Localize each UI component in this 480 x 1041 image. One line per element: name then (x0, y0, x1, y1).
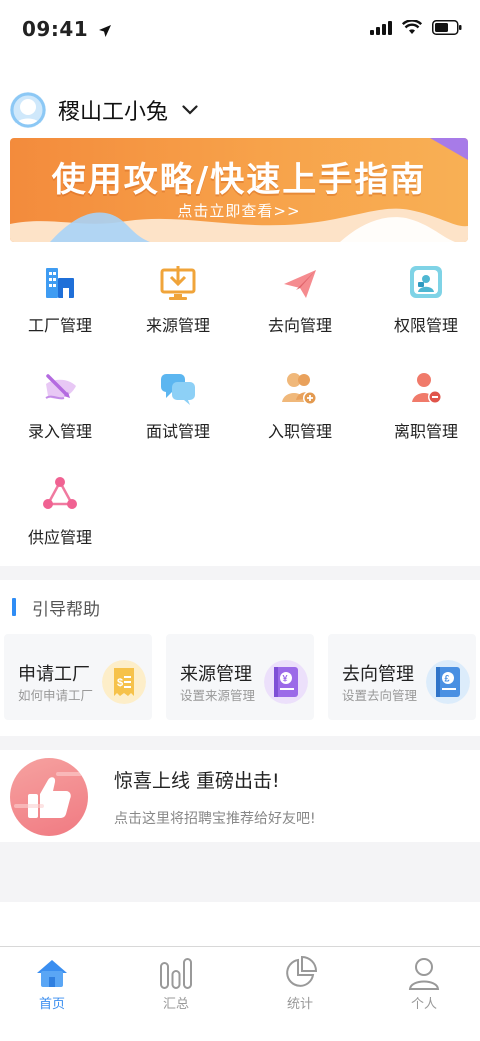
guide-card-apply-factory[interactable]: 申请工厂 如何申请工厂 $ (4, 634, 152, 720)
signal-icon (370, 20, 392, 35)
section-accent-bar (12, 598, 16, 616)
menu-label: 面试管理 (145, 422, 210, 441)
guide-card-source[interactable]: 来源管理 设置来源管理 ¥ (166, 634, 314, 720)
menu-label: 去向管理 (267, 316, 332, 335)
tab-home[interactable]: 首页 (0, 947, 112, 1041)
battery-icon (432, 20, 462, 35)
section-divider (0, 736, 480, 750)
menu-label: 权限管理 (393, 316, 458, 335)
tab-statistics[interactable]: 统计 (240, 947, 360, 1041)
menu-label: 录入管理 (27, 422, 92, 441)
tab-label: 个人 (410, 997, 437, 1012)
download-screen-icon (160, 266, 196, 300)
svg-text:¥: ¥ (283, 674, 288, 684)
add-user-icon (282, 373, 317, 405)
card-subtitle: 设置来源管理 (180, 688, 256, 703)
promo-title: 惊喜上线 重磅出击! (114, 770, 280, 792)
banner-subtitle: 点击立即查看>> (177, 202, 301, 220)
menu-item-destination[interactable]: 去向管理 (240, 258, 360, 348)
bars-icon (160, 958, 192, 989)
wifi-icon (402, 20, 422, 34)
menu-label: 入职管理 (267, 422, 332, 441)
menu-item-supply[interactable]: 供应管理 (0, 470, 120, 560)
menu-item-interview[interactable]: 面试管理 (118, 364, 238, 454)
remove-user-icon (412, 373, 442, 404)
company-switcher[interactable]: 稷山工小兔 (10, 90, 198, 130)
tab-label: 汇总 (162, 997, 189, 1012)
pie-chart-icon (286, 955, 318, 987)
guide-card-destination[interactable]: 去向管理 设置去向管理 £ (328, 634, 476, 720)
promo-subtitle: 点击这里将招聘宝推荐给好友吧! (114, 811, 316, 827)
home-icon (37, 960, 67, 987)
status-icons (370, 20, 462, 35)
menu-item-factory[interactable]: 工厂管理 (0, 258, 120, 348)
tab-summary[interactable]: 汇总 (116, 947, 236, 1041)
content-background (0, 842, 480, 902)
guide-banner[interactable]: 使用攻略/快速上手指南 点击立即查看>> (10, 138, 468, 242)
card-title: 去向管理 (342, 664, 414, 685)
pen-entry-icon (45, 374, 76, 400)
card-subtitle: 设置去向管理 (342, 688, 418, 703)
menu-label: 来源管理 (145, 316, 210, 335)
receipt-icon: $ (102, 660, 146, 704)
menu-item-source[interactable]: 来源管理 (118, 258, 238, 348)
tab-profile[interactable]: 个人 (364, 947, 480, 1041)
factory-icon (46, 268, 74, 298)
tab-label: 统计 (286, 997, 313, 1012)
card-subtitle: 如何申请工厂 (18, 688, 94, 703)
person-icon (408, 958, 440, 990)
menu-label: 工厂管理 (27, 316, 92, 335)
company-name: 稷山工小兔 (58, 100, 169, 125)
card-title: 来源管理 (180, 664, 252, 685)
guide-section-header: 引导帮助 (0, 590, 480, 624)
svg-text:£: £ (445, 674, 450, 684)
banner-title: 使用攻略/快速上手指南 (51, 160, 427, 200)
menu-item-onboarding[interactable]: 入职管理 (240, 364, 360, 454)
menu-item-entry[interactable]: 录入管理 (0, 364, 120, 454)
status-time-text: 09:41 (22, 17, 89, 41)
avatar (10, 92, 46, 128)
svg-text:$: $ (117, 677, 123, 689)
guide-section-title: 引导帮助 (32, 600, 100, 620)
chat-bubbles-icon (161, 374, 195, 405)
status-bar: 09:41 (0, 0, 480, 60)
thumbs-up-icon (10, 758, 88, 836)
permission-icon (410, 266, 442, 298)
tab-label: 首页 (38, 997, 65, 1012)
menu-label: 离职管理 (393, 422, 458, 441)
menu-item-resignation[interactable]: 离职管理 (366, 364, 480, 454)
paper-plane-icon (284, 270, 316, 298)
card-title: 申请工厂 (18, 664, 90, 685)
section-divider (0, 566, 480, 580)
bottom-tab-bar: 首页 汇总 统计 个人 (0, 946, 480, 1041)
yen-book-icon: ¥ (264, 660, 308, 704)
status-time: 09:41 (22, 17, 112, 41)
menu-label: 供应管理 (27, 528, 92, 547)
chevron-down-icon (182, 105, 198, 115)
location-arrow-icon (98, 24, 111, 37)
menu-item-permission[interactable]: 权限管理 (366, 258, 480, 348)
network-icon (43, 477, 77, 509)
promo-banner[interactable]: 惊喜上线 重磅出击! 点击这里将招聘宝推荐给好友吧! (0, 750, 480, 844)
pound-book-icon: £ (426, 660, 470, 704)
